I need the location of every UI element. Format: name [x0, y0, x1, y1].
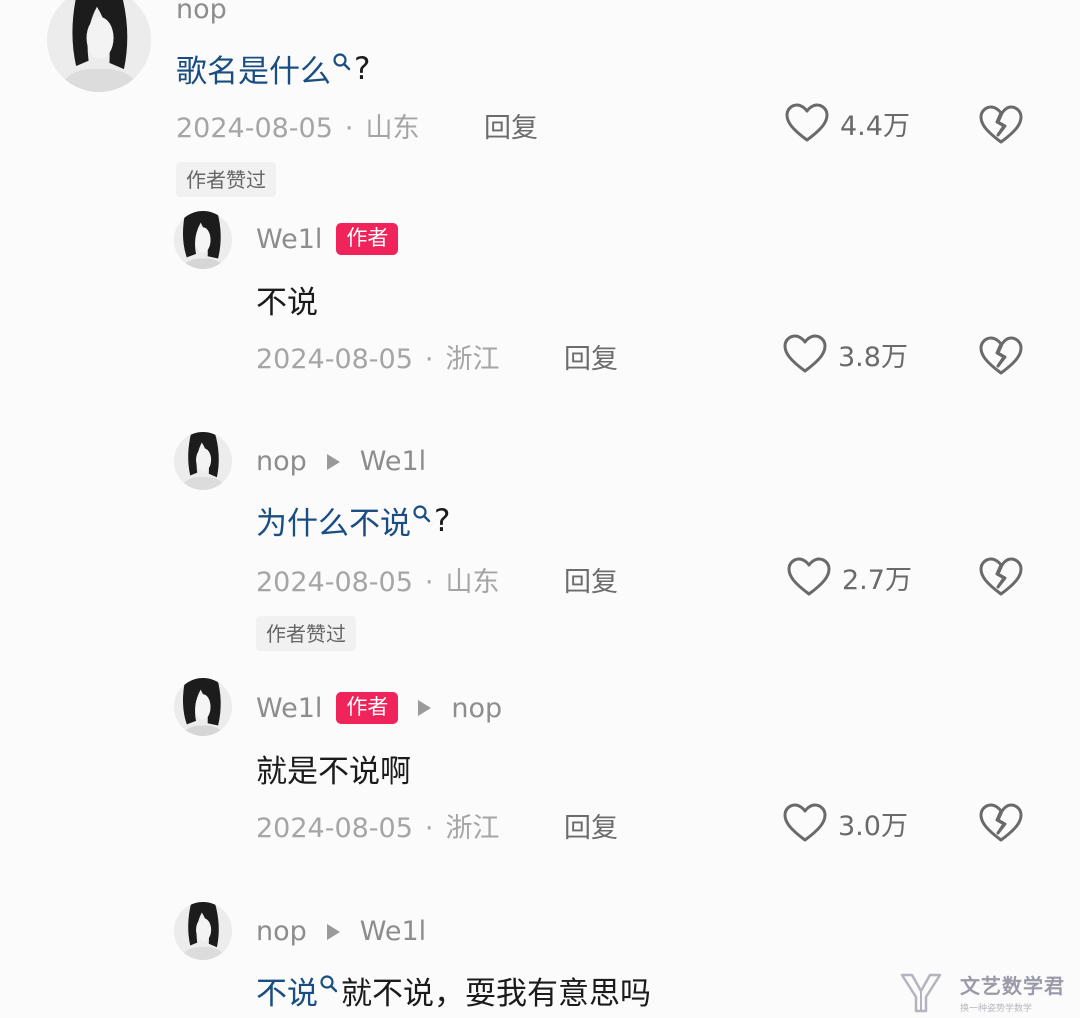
watermark-title: 文艺数学君: [960, 974, 1065, 998]
watermark-subtitle: 换一种姿势学数学: [960, 1004, 1033, 1014]
comment-text: 就是不说啊: [256, 754, 411, 790]
heart-outline-icon: [787, 557, 831, 596]
author-liked-badge: 作者赞过: [176, 162, 276, 197]
broken-heart-icon: [979, 105, 1023, 144]
reply-item: We1l 作者 不说 2024-08-05 · 浙江 回复 3.8万: [0, 205, 1080, 405]
comment-text-rest: 就不说，耍我有意思吗: [341, 976, 651, 1012]
comment-username[interactable]: We1l 作者 nop: [256, 692, 502, 724]
broken-heart-icon: [979, 803, 1023, 842]
username-text[interactable]: We1l: [256, 224, 322, 255]
meta-separator: ·: [424, 567, 434, 598]
comment-text: 歌名是什么 ?: [176, 46, 370, 91]
author-liked-badge: 作者赞过: [256, 616, 356, 651]
avatar-image: [174, 432, 232, 490]
comment-meta: 2024-08-05 · 浙江: [256, 806, 500, 845]
author-badge: 作者: [336, 223, 399, 255]
like-count: 3.8万: [838, 341, 908, 373]
meta-separator: ·: [424, 344, 434, 375]
reply-button[interactable]: 回复: [564, 560, 618, 599]
avatar-image: [174, 902, 232, 960]
comment-location: 山东: [365, 113, 420, 144]
comment-location: 浙江: [445, 813, 500, 844]
dislike-button[interactable]: [978, 556, 1024, 598]
comment-text-rest: ?: [354, 50, 371, 87]
reply-item: nop We1l 为什么不说 ? 2024-08-05 · 山东 回复 2.7万 作…: [0, 430, 1080, 651]
comment-date: 2024-08-05: [256, 567, 413, 598]
watermark: 文艺数学君 换一种姿势学数学: [900, 968, 1075, 1016]
play-triangle-icon: [418, 700, 432, 716]
like-button[interactable]: 2.7万: [786, 556, 912, 598]
broken-heart-icon: [979, 557, 1023, 596]
reply-button[interactable]: 回复: [564, 806, 618, 845]
reply-button[interactable]: 回复: [564, 337, 618, 376]
comment-location: 山东: [445, 567, 500, 598]
reply-to-username[interactable]: We1l: [360, 916, 426, 947]
comment-item: nop 歌名是什么 ? 2024-08-05 · 山东 回复 4.4万 作者赞过: [0, 0, 1080, 200]
search-link[interactable]: 歌名是什么: [176, 46, 331, 91]
like-button[interactable]: 4.4万: [784, 102, 910, 144]
comment-date: 2024-08-05: [176, 113, 333, 144]
meta-separator: ·: [344, 113, 354, 144]
dislike-button[interactable]: [978, 104, 1024, 146]
username-text[interactable]: nop: [256, 446, 307, 477]
search-icon[interactable]: [412, 504, 432, 524]
comment-meta: 2024-08-05 · 浙江: [256, 337, 500, 376]
comment-text-rest: ?: [434, 502, 451, 539]
reply-item: We1l 作者 nop 就是不说啊 2024-08-05 · 浙江 回复 3.0万: [0, 676, 1080, 876]
avatar[interactable]: [174, 432, 232, 490]
comment-meta: 2024-08-05 · 山东: [176, 106, 420, 145]
author-badge: 作者: [336, 692, 399, 724]
search-icon[interactable]: [319, 974, 339, 994]
comment-username[interactable]: nop We1l: [256, 916, 426, 947]
avatar-image: [174, 678, 232, 736]
username-text[interactable]: nop: [256, 916, 307, 947]
comment-meta: 2024-08-05 · 山东: [256, 560, 500, 599]
like-button[interactable]: 3.8万: [782, 333, 908, 375]
avatar[interactable]: [174, 678, 232, 736]
like-count: 3.0万: [838, 810, 908, 842]
username-text[interactable]: We1l: [256, 693, 322, 724]
avatar-image: [47, 0, 151, 92]
broken-heart-icon: [979, 336, 1023, 375]
avatar[interactable]: [174, 211, 232, 269]
comment-username[interactable]: We1l 作者: [256, 223, 399, 255]
comment-date: 2024-08-05: [256, 344, 413, 375]
search-link[interactable]: 不说: [256, 968, 318, 1013]
dislike-button[interactable]: [978, 802, 1024, 844]
heart-outline-icon: [783, 334, 827, 373]
heart-outline-icon: [783, 803, 827, 842]
reply-to-username[interactable]: We1l: [360, 446, 426, 477]
dislike-button[interactable]: [978, 335, 1024, 377]
play-triangle-icon: [326, 453, 340, 470]
meta-separator: ·: [424, 813, 434, 844]
play-triangle-icon: [326, 923, 340, 940]
watermark-text: 文艺数学君 换一种姿势学数学: [960, 970, 1065, 1014]
comment-location: 浙江: [445, 344, 500, 375]
avatar[interactable]: [47, 0, 151, 92]
watermark-logo-icon: [900, 973, 942, 1013]
comment-username[interactable]: nop: [176, 0, 227, 25]
like-button[interactable]: 3.0万: [782, 802, 908, 844]
reply-button[interactable]: 回复: [484, 106, 538, 145]
reply-to-username[interactable]: nop: [451, 693, 502, 724]
avatar-image: [174, 211, 232, 269]
comment-text: 不说: [256, 285, 318, 321]
avatar[interactable]: [174, 902, 232, 960]
comment-username[interactable]: nop We1l: [256, 446, 426, 477]
search-icon[interactable]: [332, 52, 352, 72]
comment-text: 不说 就不说，耍我有意思吗: [256, 968, 651, 1013]
comment-text: 为什么不说 ?: [256, 498, 450, 543]
like-count: 2.7万: [842, 564, 912, 596]
like-count: 4.4万: [840, 110, 910, 142]
heart-outline-icon: [785, 103, 829, 142]
comment-date: 2024-08-05: [256, 813, 413, 844]
username-text[interactable]: nop: [176, 0, 227, 25]
search-link[interactable]: 为什么不说: [256, 498, 411, 543]
